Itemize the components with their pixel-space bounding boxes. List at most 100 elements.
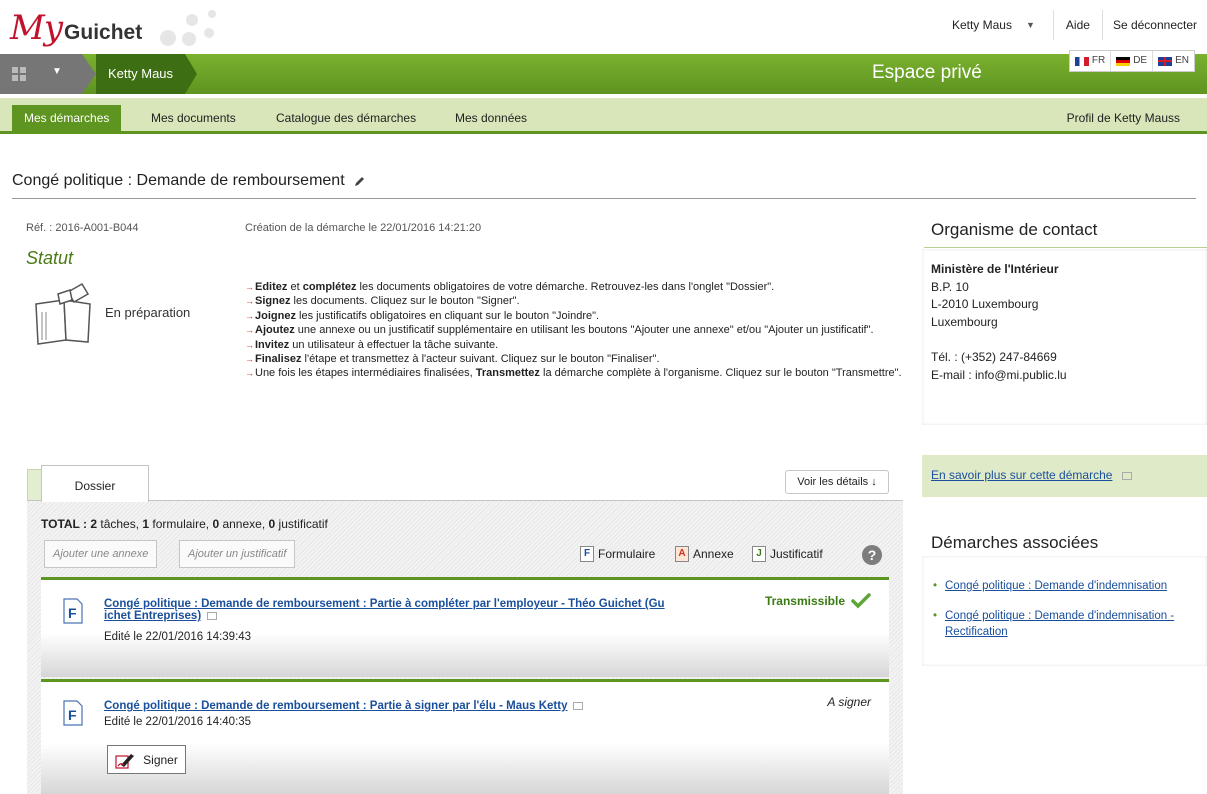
- list-item: Congé politique : Demande d'indemnisatio…: [931, 608, 1201, 640]
- lang-code: EN: [1175, 55, 1189, 66]
- instruction-text: les documents obligatoires de votre déma…: [356, 281, 775, 293]
- tab-dossier[interactable]: Dossier: [41, 465, 149, 502]
- chevron-down-icon[interactable]: ▼: [1026, 20, 1035, 30]
- instruction-item: Invitez un utilisateur à effectuer la tâ…: [245, 338, 905, 353]
- more-info-label: En savoir plus sur cette démarche: [931, 468, 1113, 482]
- pencil-icon[interactable]: [353, 175, 366, 188]
- instruction-keyword: Joignez: [255, 309, 296, 322]
- lang-fr[interactable]: FR: [1070, 51, 1112, 71]
- assoc-link[interactable]: Congé politique : Demande d'indemnisatio…: [945, 610, 1174, 638]
- add-annex-button[interactable]: Ajouter une annexe: [44, 540, 158, 568]
- nav-profile[interactable]: Profil de Ketty Mauss: [1055, 105, 1192, 131]
- instruction-keyword: Signez: [255, 295, 291, 308]
- apps-menu-button[interactable]: ▼: [0, 54, 96, 94]
- user-menu-name[interactable]: Ketty Maus: [952, 18, 1012, 32]
- instruction-keyword: Ajoutez: [255, 324, 295, 337]
- nav-mes-donnees[interactable]: Mes données: [443, 105, 539, 131]
- page-title: Congé politique : Demande de rembourseme…: [12, 172, 366, 190]
- nav-mes-demarches[interactable]: Mes démarches: [12, 105, 122, 131]
- flag-fr-icon: [1074, 56, 1089, 66]
- org-city: L-2010 Luxembourg: [931, 297, 1039, 311]
- legend-justif: J Justificatif: [752, 546, 823, 562]
- sign-button-label: Signer: [143, 752, 178, 767]
- instruction-item: Editez et complétez les documents obliga…: [245, 280, 905, 295]
- check-icon: [851, 593, 871, 609]
- org-country: Luxembourg: [931, 314, 998, 329]
- form-icon: F: [580, 546, 594, 562]
- annex-icon: A: [675, 546, 689, 562]
- total-unit: justificatif: [275, 517, 328, 531]
- logo-my: My: [10, 8, 63, 48]
- flag-en-icon: [1158, 56, 1173, 66]
- task-title-line: ichet Entreprises): [104, 610, 202, 622]
- total-summary: TOTAL : 2 tâches, 1 formulaire, 0 annexe…: [41, 517, 328, 531]
- banner: ▼ Ketty Maus Espace privé FR DE EN: [0, 50, 1207, 94]
- assoc-link[interactable]: Congé politique : Demande d'indemnisatio…: [945, 580, 1167, 592]
- legend-form-label: Formulaire: [598, 547, 656, 561]
- instruction-keyword: complétez: [302, 281, 357, 293]
- help-icon[interactable]: ?: [862, 545, 882, 565]
- instruction-keyword: Invitez: [255, 338, 290, 351]
- contact-details: Ministère de l'Intérieur B.P. 10 L-2010 …: [931, 261, 1067, 384]
- creation-date: Création de la démarche le 22/01/2016 14…: [245, 222, 482, 234]
- instruction-text: les justificatifs obligatoires en cliqua…: [295, 309, 600, 322]
- sign-button[interactable]: Signer: [107, 745, 186, 774]
- total-label: TOTAL :: [41, 517, 87, 531]
- instructions-list: Editez et complétez les documents obliga…: [245, 280, 905, 381]
- nav-mes-documents[interactable]: Mes documents: [139, 105, 248, 131]
- statut-heading: Statut: [26, 248, 74, 268]
- instruction-item: Signez les documents. Cliquez sur le bou…: [245, 294, 905, 309]
- task-status-label: Transmissible: [764, 594, 845, 608]
- legend-annex: A Annexe: [675, 546, 734, 562]
- task-status: Transmissible: [765, 593, 871, 609]
- reference: Réf. : 2016-A001-B044: [26, 222, 139, 234]
- banner-title: Espace privé: [872, 62, 982, 83]
- lang-code: FR: [1091, 55, 1106, 66]
- page-title-text: Congé politique : Demande de rembourseme…: [12, 172, 345, 189]
- lang-en[interactable]: EN: [1153, 51, 1194, 71]
- org-name: Ministère de l'Intérieur: [931, 262, 1059, 276]
- chevron-down-icon: ▼: [52, 66, 62, 77]
- task-title[interactable]: Congé politique : Demande de rembourseme…: [104, 700, 584, 712]
- instruction-keyword: Finalisez: [255, 353, 302, 366]
- contact-divider: [924, 247, 1207, 248]
- total-unit: tâches,: [97, 517, 143, 531]
- task-date: Edité le 22/01/2016 14:39:43: [104, 631, 252, 643]
- banner-user[interactable]: Ketty Maus: [96, 54, 198, 94]
- org-bp: B.P. 10: [931, 279, 969, 294]
- nav-catalogue[interactable]: Catalogue des démarches: [264, 105, 428, 131]
- assoc-list: Congé politique : Demande d'indemnisatio…: [931, 578, 1201, 654]
- details-button[interactable]: Voir les détails ↓: [785, 470, 889, 494]
- instruction-text: l'étape et transmettez à l'acteur suivan…: [301, 353, 660, 366]
- folder-open-icon: [35, 282, 91, 345]
- more-info-link[interactable]: En savoir plus sur cette démarche: [931, 468, 1133, 482]
- instruction-text: Une fois les étapes intermédiaires final…: [255, 367, 476, 380]
- logout-link[interactable]: Se déconnecter: [1103, 10, 1207, 40]
- title-divider: [12, 198, 1196, 199]
- instruction-keyword: Editez: [255, 281, 288, 293]
- legend-justif-label: Justificatif: [770, 547, 823, 561]
- lang-code: DE: [1133, 55, 1148, 66]
- lang-de[interactable]: DE: [1111, 51, 1154, 71]
- instruction-text: un utilisateur à effectuer la tâche suiv…: [289, 338, 499, 351]
- main-nav: Mes démarches Mes documents Catalogue de…: [0, 98, 1207, 134]
- legend-annex-label: Annexe: [693, 547, 734, 561]
- task-item: F Congé politique : Demande de rembourse…: [41, 577, 889, 677]
- popout-icon[interactable]: [573, 701, 584, 710]
- popout-icon[interactable]: [207, 611, 218, 620]
- instruction-item: Ajoutez une annexe ou un justificatif su…: [245, 323, 905, 338]
- instruction-text: une annexe ou un justificatif supplément…: [294, 324, 874, 337]
- help-link[interactable]: Aide: [1052, 10, 1103, 40]
- task-title[interactable]: Congé politique : Demande de rembourseme…: [104, 598, 665, 622]
- flag-de-icon: [1116, 56, 1131, 66]
- instruction-text: et: [287, 281, 303, 293]
- svg-text:F: F: [68, 707, 77, 723]
- instruction-keyword: Transmettez: [475, 367, 540, 380]
- task-date: Edité le 22/01/2016 14:40:35: [104, 716, 252, 728]
- apps-grid-icon: [12, 67, 26, 81]
- add-justif-button[interactable]: Ajouter un justificatif: [179, 540, 296, 568]
- justif-icon: J: [752, 546, 766, 562]
- org-email[interactable]: E-mail : info@mi.public.lu: [931, 367, 1067, 385]
- user-menu: Ketty Maus ▼ Aide Se déconnecter: [952, 10, 1207, 40]
- logo[interactable]: My Guichet: [10, 8, 142, 48]
